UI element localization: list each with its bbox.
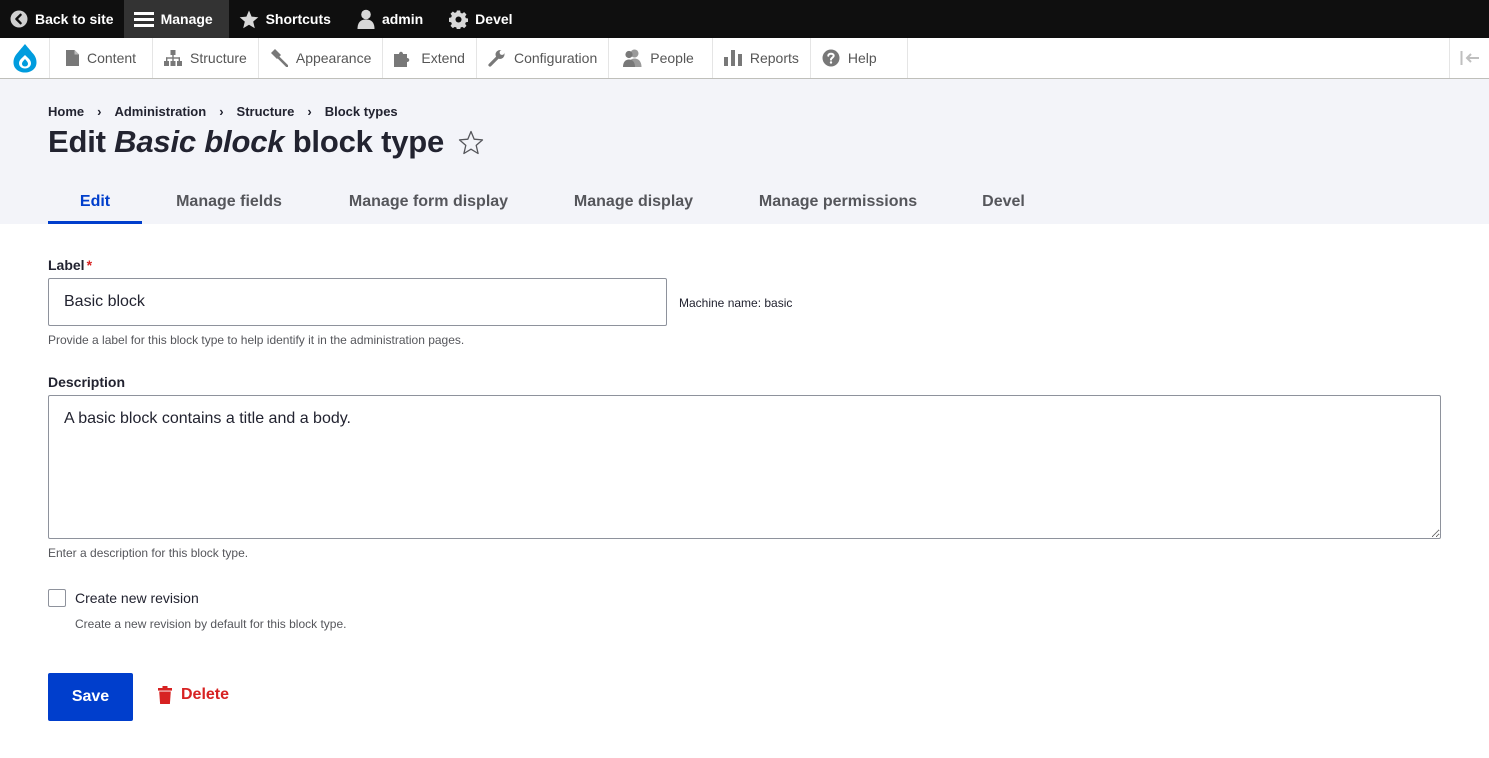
- tab-label: Edit: [79, 192, 111, 210]
- tab-devel[interactable]: Devel: [950, 179, 1057, 224]
- tab-manage-form-display[interactable]: Manage form display: [316, 179, 541, 224]
- page-title-prefix: Edit: [48, 124, 115, 159]
- user-icon: [357, 9, 375, 29]
- tab-manage-fields[interactable]: Manage fields: [142, 179, 316, 224]
- tab-label: Manage display: [573, 192, 694, 210]
- page-header: Home › Administration › Structure › Bloc…: [0, 79, 1489, 224]
- tray-item-structure[interactable]: Structure: [153, 38, 259, 78]
- orientation-toggle[interactable]: [1449, 38, 1489, 78]
- save-button[interactable]: Save: [48, 673, 133, 721]
- machine-name[interactable]: Machine name: basic: [679, 296, 792, 310]
- revision-help-text: Create a new revision by default for thi…: [75, 617, 347, 631]
- tray-item-label: Reports: [749, 50, 799, 66]
- tray-item-people[interactable]: People: [609, 38, 713, 78]
- back-to-site-label: Back to site: [35, 11, 114, 27]
- extend-icon: [394, 51, 410, 67]
- shortcuts-tab[interactable]: Shortcuts: [229, 0, 341, 38]
- breadcrumb: Home › Administration › Structure › Bloc…: [48, 104, 398, 119]
- manage-label: Manage: [160, 11, 213, 27]
- tray-item-reports[interactable]: Reports: [713, 38, 811, 78]
- devel-label: Devel: [475, 11, 513, 27]
- tray-item-label: Extend: [421, 50, 465, 66]
- breadcrumb-separator-icon: ›: [307, 104, 312, 119]
- description-field-label: Description: [48, 374, 126, 390]
- tray-item-label: Configuration: [513, 50, 598, 66]
- tab-label: Manage form display: [348, 192, 509, 210]
- tab-label: Manage fields: [176, 192, 282, 210]
- tray-item-label: Appearance: [295, 50, 372, 66]
- admin-toolbar: Back to site Manage Shortcuts admin Deve…: [0, 0, 1489, 38]
- help-icon: [822, 49, 840, 67]
- tab-edit[interactable]: Edit: [48, 179, 142, 224]
- tray-item-extend[interactable]: Extend: [383, 38, 477, 78]
- content-icon: [66, 50, 79, 66]
- hamburger-icon: [133, 12, 154, 27]
- people-icon: [623, 49, 642, 67]
- orientation-icon: [1460, 51, 1479, 65]
- label-field-label: Label *: [48, 257, 92, 273]
- tray-item-label: People: [650, 50, 694, 66]
- label-field-label-text: Label: [48, 257, 85, 273]
- description-help-text: Enter a description for this block type.: [48, 546, 249, 560]
- create-new-revision-checkbox[interactable]: [48, 589, 66, 607]
- tab-manage-permissions[interactable]: Manage permissions: [726, 179, 950, 224]
- user-tab[interactable]: admin: [341, 0, 433, 38]
- delete-link[interactable]: Delete: [157, 686, 229, 704]
- breadcrumb-administration[interactable]: Administration: [114, 104, 206, 119]
- wrench-icon: [488, 50, 505, 67]
- breadcrumb-structure[interactable]: Structure: [237, 104, 295, 119]
- breadcrumb-separator-icon: ›: [219, 104, 224, 119]
- page-title-suffix: block type: [284, 124, 445, 159]
- page-title: Edit Basic block block type: [48, 124, 484, 160]
- local-tabs: Edit Manage fields Manage form display M…: [48, 179, 1057, 224]
- back-arrow-icon: [10, 10, 28, 28]
- reports-icon: [723, 50, 742, 66]
- tray-item-help[interactable]: Help: [811, 38, 908, 78]
- manage-tab[interactable]: Manage: [123, 0, 229, 38]
- breadcrumb-separator-icon: ›: [97, 104, 102, 119]
- tray-item-label: Structure: [190, 50, 247, 66]
- star-icon: [239, 10, 258, 28]
- page-title-entity: Basic block: [114, 124, 285, 159]
- description-textarea[interactable]: A basic block contains a title and a bod…: [48, 395, 1441, 539]
- devel-tab[interactable]: Devel: [433, 0, 522, 38]
- structure-icon: [164, 50, 183, 66]
- label-help-text: Provide a label for this block type to h…: [48, 333, 465, 347]
- tab-label: Manage permissions: [758, 192, 918, 210]
- gear-icon: [449, 9, 469, 29]
- trash-icon: [158, 686, 172, 704]
- user-label: admin: [381, 11, 424, 27]
- tray-item-label: Content: [87, 50, 137, 66]
- tab-label: Devel: [982, 192, 1025, 210]
- required-marker: *: [86, 257, 93, 273]
- tray-item-configuration[interactable]: Configuration: [477, 38, 610, 78]
- tab-manage-display[interactable]: Manage display: [541, 179, 726, 224]
- tray-spacer: [908, 38, 1449, 78]
- breadcrumb-block-types[interactable]: Block types: [325, 104, 398, 119]
- appearance-icon: [270, 49, 288, 67]
- delete-label: Delete: [181, 686, 230, 703]
- admin-tray: Content Structure Appearance Extend Conf…: [0, 38, 1489, 79]
- drupal-logo[interactable]: [0, 38, 50, 78]
- tray-item-label: Help: [847, 50, 877, 66]
- tray-item-appearance[interactable]: Appearance: [259, 38, 384, 78]
- label-input[interactable]: [48, 278, 667, 326]
- tray-item-content[interactable]: Content: [50, 38, 154, 78]
- back-to-site-link[interactable]: Back to site: [0, 0, 124, 38]
- shortcuts-label: Shortcuts: [265, 11, 331, 27]
- breadcrumb-home[interactable]: Home: [48, 104, 84, 119]
- shortcut-star-icon[interactable]: [458, 130, 484, 155]
- create-new-revision-label[interactable]: Create new revision: [75, 590, 199, 606]
- drupal-drop-icon: [13, 44, 36, 73]
